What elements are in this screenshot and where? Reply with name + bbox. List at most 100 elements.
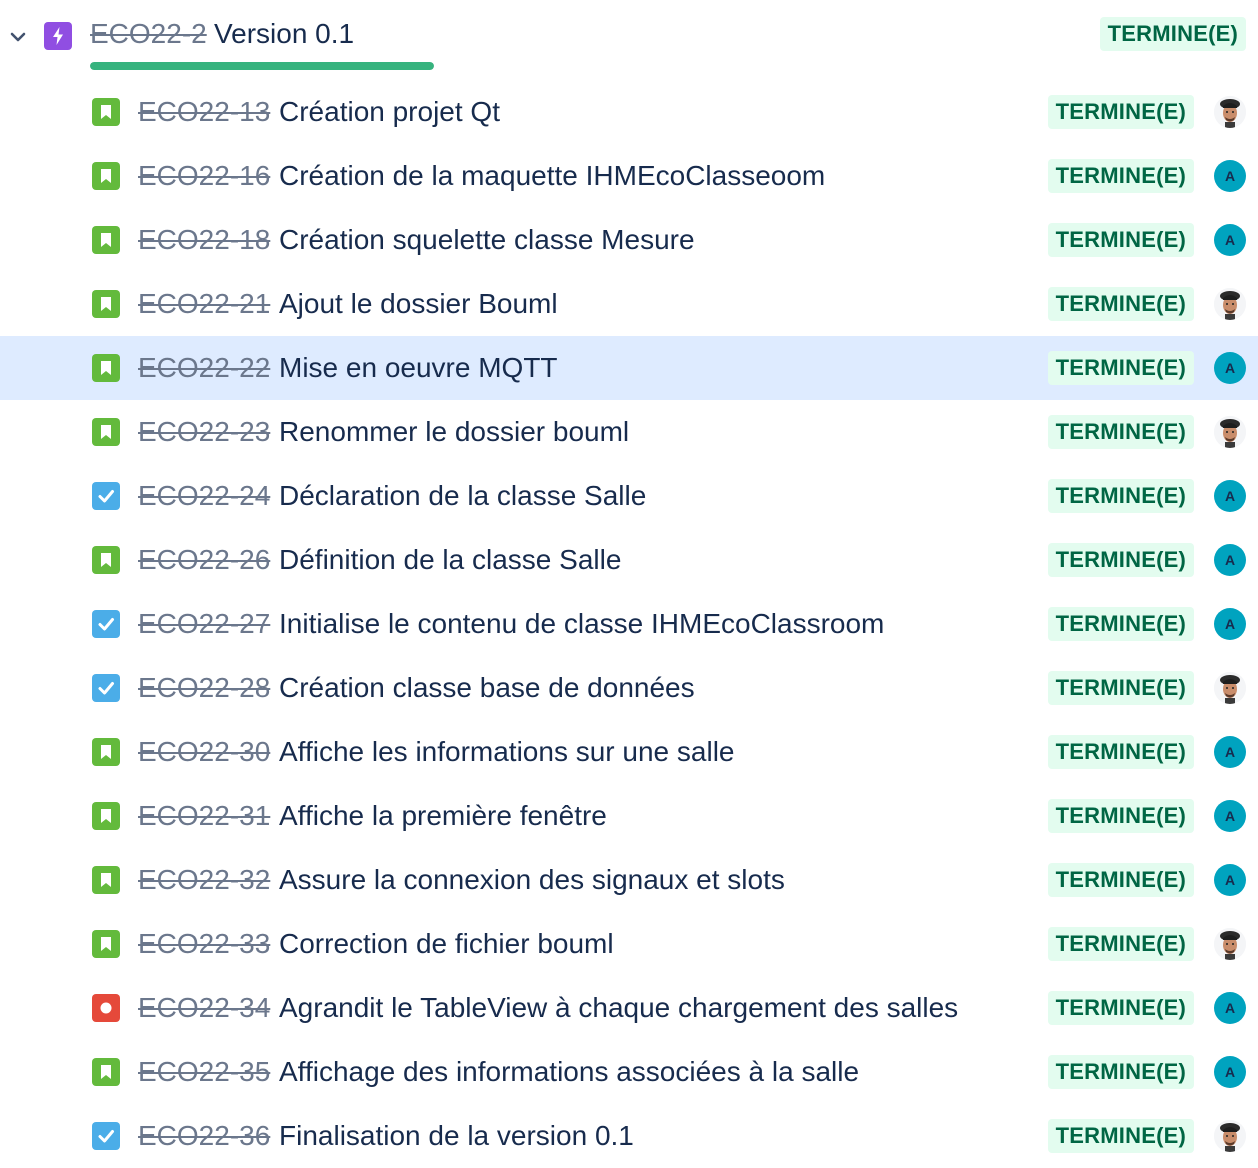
issue-key[interactable]: ECO22-35 — [138, 1056, 270, 1088]
avatar[interactable] — [1214, 288, 1246, 320]
avatar[interactable] — [1214, 416, 1246, 448]
issue-title[interactable]: Renommer le dossier bouml — [279, 416, 629, 448]
epic-key[interactable]: ECO22-2 — [90, 18, 207, 50]
epic-row[interactable]: ECO22-2 Version 0.1 TERMINE(E) — [0, 0, 1258, 72]
issue-key[interactable]: ECO22-36 — [138, 1120, 270, 1152]
issue-key[interactable]: ECO22-31 — [138, 800, 270, 832]
status-badge[interactable]: TERMINE(E) — [1047, 607, 1194, 641]
chevron-down-icon[interactable] — [8, 27, 28, 47]
issue-title[interactable]: Correction de fichier bouml — [279, 928, 614, 960]
status-badge[interactable]: TERMINE(E) — [1047, 287, 1194, 321]
issue-title[interactable]: Ajout le dossier Bouml — [279, 288, 558, 320]
avatar[interactable]: A — [1214, 736, 1246, 768]
issue-key[interactable]: ECO22-34 — [138, 992, 270, 1024]
status-badge[interactable]: TERMINE(E) — [1047, 671, 1194, 705]
issue-row[interactable]: ECO22-28 Création classe base de données T… — [0, 656, 1258, 720]
issue-row[interactable]: ECO22-34 Agrandit le TableView à chaque c… — [0, 976, 1258, 1040]
issue-row[interactable]: ECO22-24 Déclaration de la classe Salle TE… — [0, 464, 1258, 528]
issue-title[interactable]: Affiche la première fenêtre — [279, 800, 607, 832]
bookmark-icon — [92, 162, 120, 190]
status-badge[interactable]: TERMINE(E) — [1047, 799, 1194, 833]
avatar[interactable]: A — [1214, 1056, 1246, 1088]
issue-title[interactable]: Création classe base de données — [279, 672, 695, 704]
issue-title[interactable]: Création de la maquette IHMEcoClasseoom — [279, 160, 825, 192]
epic-progress-bar — [90, 62, 434, 70]
epic-title[interactable]: Version 0.1 — [214, 18, 354, 50]
avatar[interactable]: A — [1214, 480, 1246, 512]
avatar[interactable] — [1214, 1120, 1246, 1152]
avatar[interactable]: A — [1214, 160, 1246, 192]
bookmark-icon — [92, 354, 120, 382]
issue-title[interactable]: Finalisation de la version 0.1 — [279, 1120, 634, 1152]
status-badge[interactable]: TERMINE(E) — [1047, 735, 1194, 769]
avatar[interactable]: A — [1214, 352, 1246, 384]
status-badge[interactable]: TERMINE(E) — [1047, 479, 1194, 513]
status-badge[interactable]: TERMINE(E) — [1047, 159, 1194, 193]
issue-row[interactable]: ECO22-23 Renommer le dossier bouml TERMINE… — [0, 400, 1258, 464]
issue-key[interactable]: ECO22-33 — [138, 928, 270, 960]
bookmark-icon — [92, 1058, 120, 1086]
status-badge[interactable]: TERMINE(E) — [1047, 927, 1194, 961]
issue-key[interactable]: ECO22-28 — [138, 672, 270, 704]
issue-key[interactable]: ECO22-13 — [138, 96, 270, 128]
issue-row[interactable]: ECO22-16 Création de la maquette IHMEcoCl… — [0, 144, 1258, 208]
status-badge[interactable]: TERMINE(E) — [1047, 863, 1194, 897]
issue-title[interactable]: Agrandit le TableView à chaque chargemen… — [279, 992, 958, 1024]
status-badge[interactable]: TERMINE(E) — [1047, 223, 1194, 257]
issue-row[interactable]: ECO22-21 Ajout le dossier Bouml TERMINE(E) — [0, 272, 1258, 336]
issue-title[interactable]: Mise en oeuvre MQTT — [279, 352, 558, 384]
issue-row[interactable]: ECO22-26 Définition de la classe Salle TER… — [0, 528, 1258, 592]
avatar[interactable]: A — [1214, 224, 1246, 256]
epic-status-badge[interactable]: TERMINE(E) — [1099, 17, 1246, 51]
issue-row[interactable]: ECO22-33 Correction de fichier bouml TERMI… — [0, 912, 1258, 976]
status-badge[interactable]: TERMINE(E) — [1047, 415, 1194, 449]
issue-key[interactable]: ECO22-23 — [138, 416, 270, 448]
bookmark-icon — [92, 738, 120, 766]
bookmark-icon — [92, 226, 120, 254]
avatar[interactable]: A — [1214, 544, 1246, 576]
avatar[interactable]: A — [1214, 800, 1246, 832]
issue-row[interactable]: ECO22-22 Mise en oeuvre MQTT TERMINE(E) A — [0, 336, 1258, 400]
issue-key[interactable]: ECO22-22 — [138, 352, 270, 384]
status-badge[interactable]: TERMINE(E) — [1047, 1119, 1194, 1153]
status-badge[interactable]: TERMINE(E) — [1047, 351, 1194, 385]
issue-title[interactable]: Assure la connexion des signaux et slots — [279, 864, 785, 896]
issue-row[interactable]: ECO22-36 Finalisation de la version 0.1 TE… — [0, 1104, 1258, 1168]
checkmark-icon — [92, 482, 120, 510]
bookmark-icon — [92, 930, 120, 958]
avatar[interactable]: A — [1214, 992, 1246, 1024]
issue-key[interactable]: ECO22-16 — [138, 160, 270, 192]
issue-row[interactable]: ECO22-32 Assure la connexion des signaux … — [0, 848, 1258, 912]
issue-title[interactable]: Déclaration de la classe Salle — [279, 480, 646, 512]
avatar[interactable]: A — [1214, 608, 1246, 640]
issue-row[interactable]: ECO22-31 Affiche la première fenêtre TERMI… — [0, 784, 1258, 848]
issue-title[interactable]: Initialise le contenu de classe IHMEcoCl… — [279, 608, 884, 640]
issue-title[interactable]: Création projet Qt — [279, 96, 500, 128]
issue-row[interactable]: ECO22-18 Création squelette classe Mesure… — [0, 208, 1258, 272]
issue-row[interactable]: ECO22-27 Initialise le contenu de classe … — [0, 592, 1258, 656]
issue-row[interactable]: ECO22-35 Affichage des informations assoc… — [0, 1040, 1258, 1104]
issue-key[interactable]: ECO22-27 — [138, 608, 270, 640]
avatar[interactable] — [1214, 96, 1246, 128]
status-badge[interactable]: TERMINE(E) — [1047, 543, 1194, 577]
status-badge[interactable]: TERMINE(E) — [1047, 1055, 1194, 1089]
bookmark-icon — [92, 866, 120, 894]
issue-title[interactable]: Création squelette classe Mesure — [279, 224, 695, 256]
issue-key[interactable]: ECO22-18 — [138, 224, 270, 256]
issue-key[interactable]: ECO22-30 — [138, 736, 270, 768]
issue-row[interactable]: ECO22-13 Création projet Qt TERMINE(E) — [0, 80, 1258, 144]
issue-key[interactable]: ECO22-32 — [138, 864, 270, 896]
issue-title[interactable]: Affichage des informations associées à l… — [279, 1056, 859, 1088]
issue-key[interactable]: ECO22-26 — [138, 544, 270, 576]
issue-title[interactable]: Affiche les informations sur une salle — [279, 736, 735, 768]
status-badge[interactable]: TERMINE(E) — [1047, 991, 1194, 1025]
issue-row[interactable]: ECO22-30 Affiche les informations sur une… — [0, 720, 1258, 784]
avatar[interactable] — [1214, 672, 1246, 704]
issue-key[interactable]: ECO22-21 — [138, 288, 270, 320]
avatar[interactable]: A — [1214, 864, 1246, 896]
status-badge[interactable]: TERMINE(E) — [1047, 95, 1194, 129]
bookmark-icon — [92, 418, 120, 446]
avatar[interactable] — [1214, 928, 1246, 960]
issue-title[interactable]: Définition de la classe Salle — [279, 544, 621, 576]
issue-key[interactable]: ECO22-24 — [138, 480, 270, 512]
